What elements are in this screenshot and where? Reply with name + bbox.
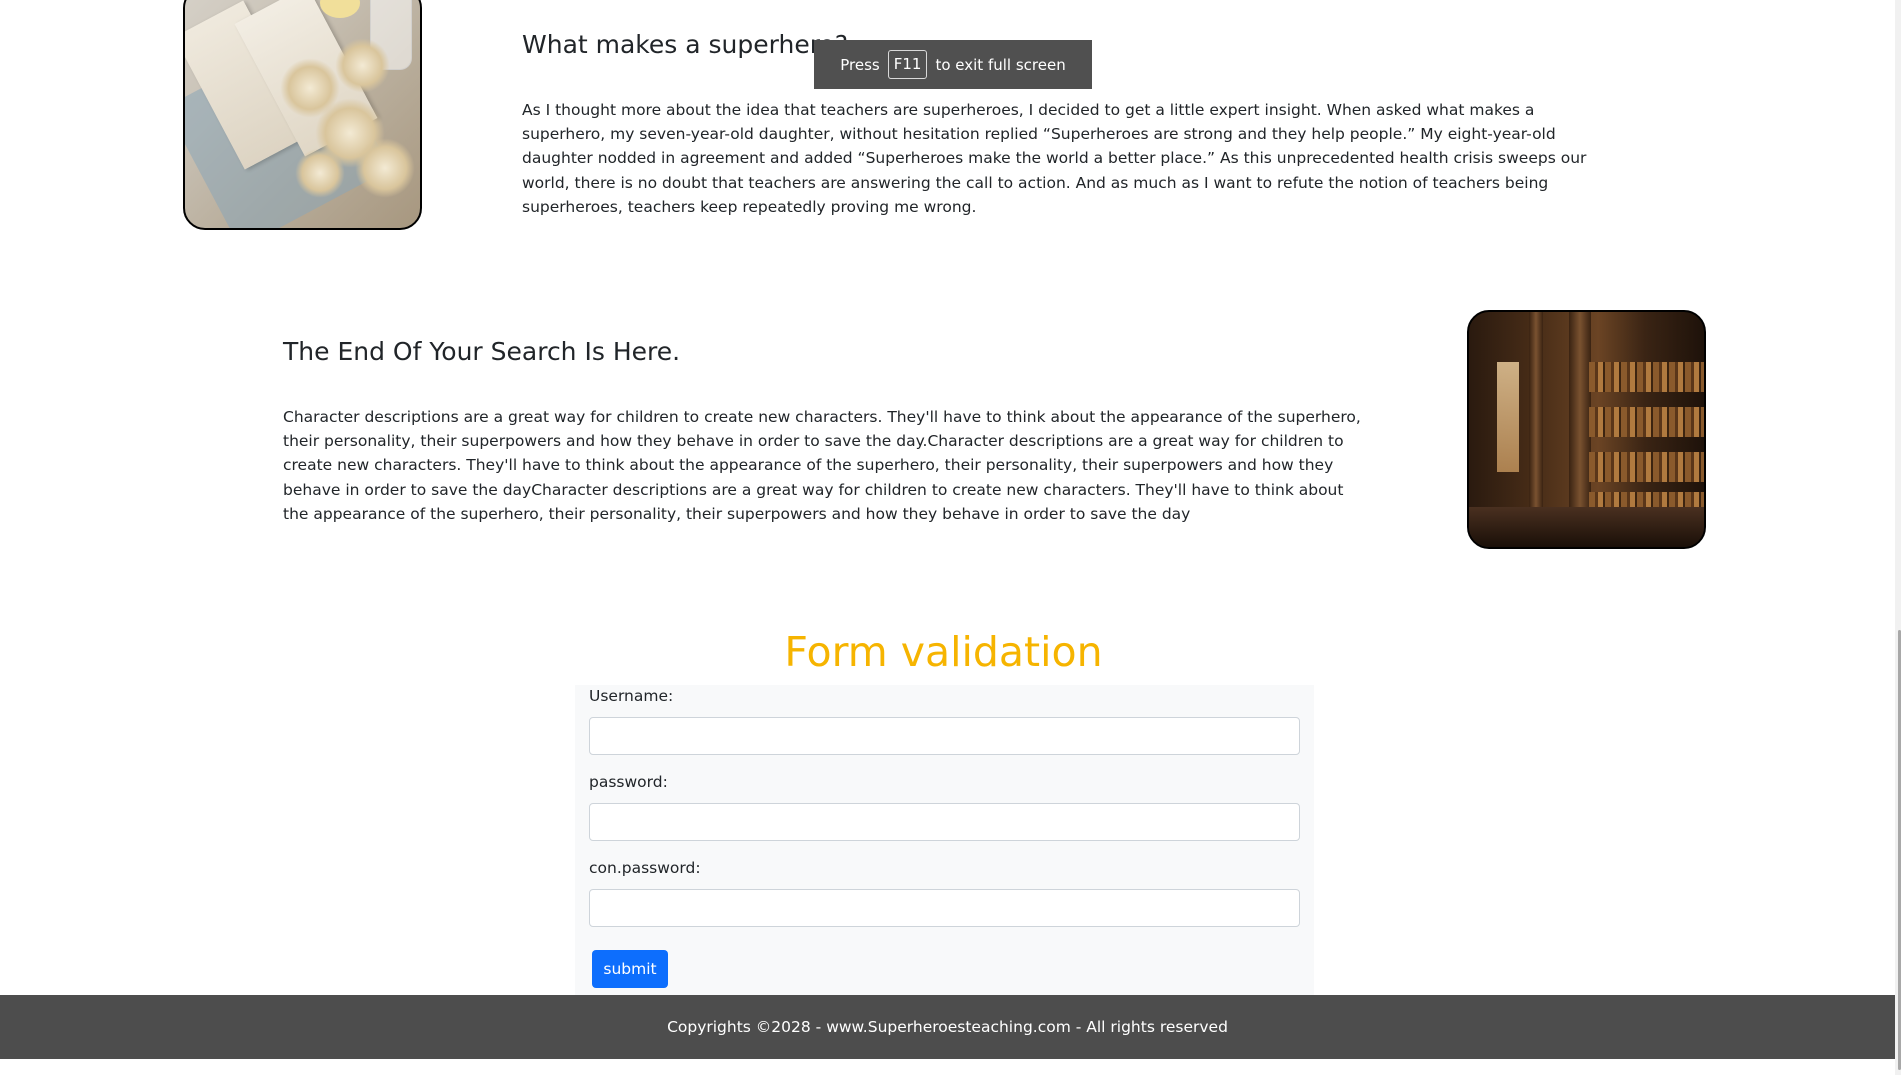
submit-button[interactable]: submit — [592, 950, 668, 988]
validation-form: Username: password: con.password: submit — [575, 685, 1314, 996]
username-input[interactable] — [589, 717, 1300, 755]
vertical-scrollbar[interactable] — [1895, 0, 1901, 1075]
fullscreen-notice-suffix: to exit full screen — [935, 55, 1066, 74]
section-heading-superhero: What makes a superhero? — [522, 30, 848, 59]
site-footer: Copyrights ©2028 - www.Superheroesteachi… — [0, 995, 1895, 1059]
fullscreen-exit-notice: Press F11 to exit full screen — [814, 40, 1092, 89]
book-flowers-image — [183, 0, 422, 230]
section-heading-search: The End Of Your Search Is Here. — [283, 337, 681, 366]
section-paragraph-characters: Character descriptions are a great way f… — [283, 408, 1361, 523]
section-paragraph-superhero: As I thought more about the idea that te… — [522, 101, 1587, 216]
form-title: Form validation — [784, 628, 1103, 676]
username-label: Username: — [589, 687, 674, 705]
confirm-password-label: con.password: — [589, 859, 701, 877]
password-input[interactable] — [589, 803, 1300, 841]
copyright-text: Copyrights ©2028 - www.Superheroesteachi… — [667, 1018, 1228, 1036]
page-bottom-strip — [0, 1059, 1895, 1075]
confirm-password-input[interactable] — [589, 889, 1300, 927]
password-label: password: — [589, 773, 668, 791]
f11-key-badge: F11 — [887, 50, 928, 79]
fullscreen-notice-prefix: Press — [840, 55, 880, 74]
library-bookshelves-image — [1467, 310, 1706, 549]
